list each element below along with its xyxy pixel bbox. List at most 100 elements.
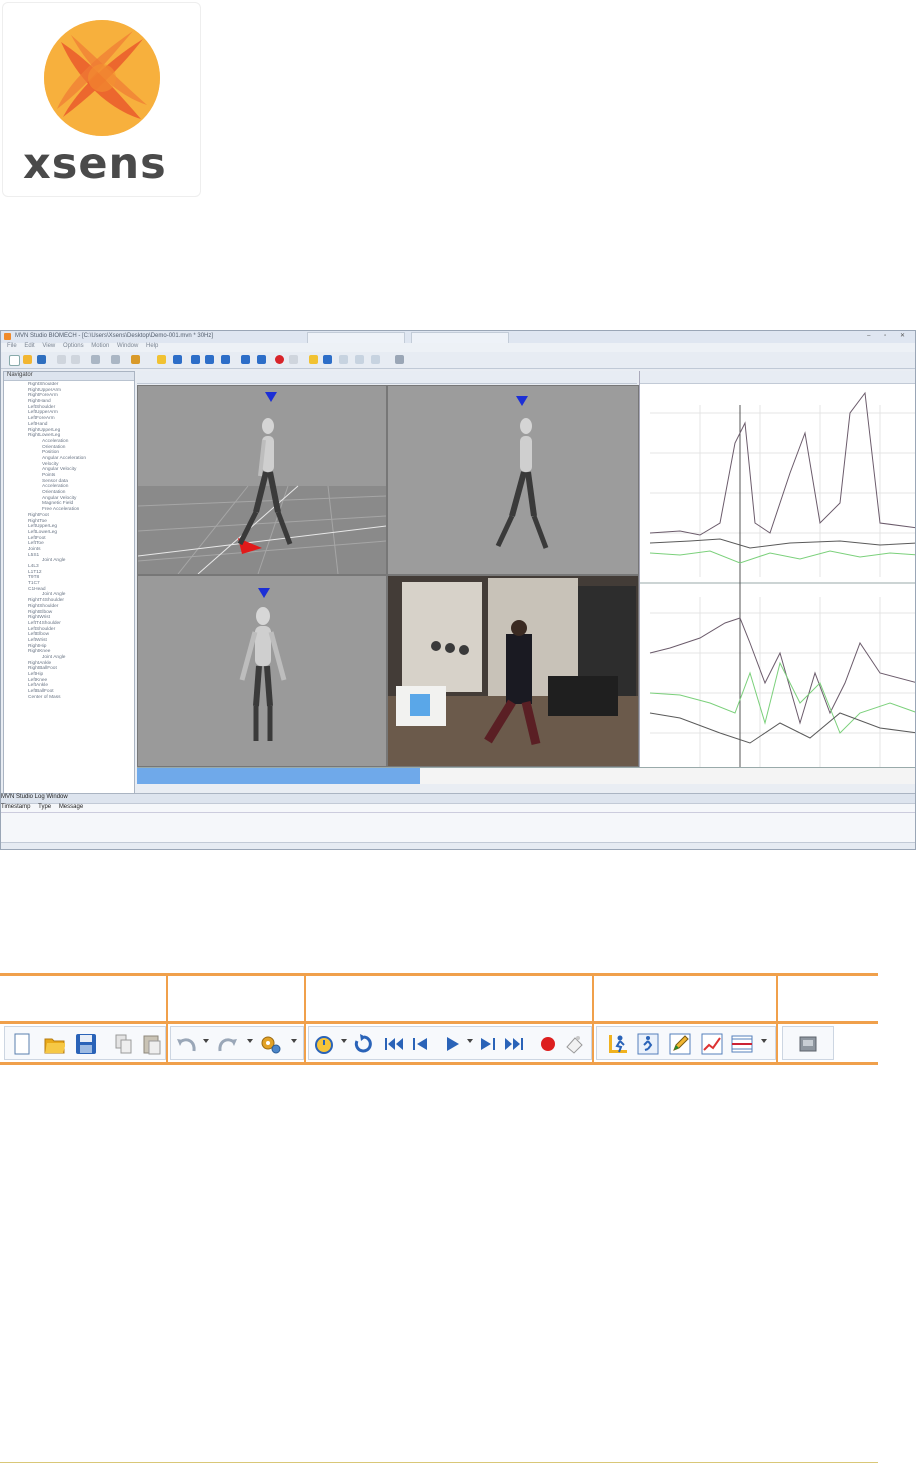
record-icon[interactable]: [537, 1033, 559, 1055]
timeline-slider[interactable]: [137, 767, 915, 784]
redo-icon[interactable]: [215, 1033, 237, 1055]
menu-item[interactable]: Window: [117, 343, 138, 349]
skip-to-end-icon[interactable]: [503, 1033, 525, 1055]
stopwatch-icon[interactable]: [157, 355, 166, 364]
undo-dropdown-icon[interactable]: [203, 1039, 209, 1043]
menu-item[interactable]: Edit: [24, 343, 34, 349]
paste-icon[interactable]: [71, 355, 80, 364]
app-icon: [4, 333, 11, 340]
log-column[interactable]: Timestamp: [1, 804, 30, 810]
toolbar-group-other: [782, 1026, 834, 1060]
settings-dropdown-icon[interactable]: [291, 1039, 297, 1043]
log-window-icon[interactable]: [797, 1033, 819, 1055]
viewport-3d-front[interactable]: [137, 575, 387, 767]
table-divider: [304, 973, 306, 1065]
toolbar-group-views: [596, 1026, 776, 1060]
log-column[interactable]: Type: [38, 804, 51, 810]
log-column[interactable]: Message: [59, 804, 83, 810]
table-border-bottom: [0, 1062, 878, 1065]
settings-gears-icon[interactable]: [131, 355, 140, 364]
video-view[interactable]: [387, 575, 639, 767]
record-icon[interactable]: [275, 355, 284, 364]
edit-pencil-icon[interactable]: [339, 355, 348, 364]
character-view-icon[interactable]: [323, 355, 332, 364]
xsens-wordmark: xsens: [23, 139, 167, 189]
open-folder-icon[interactable]: [23, 355, 32, 364]
selection-marker-icon: [265, 392, 277, 402]
table-border-top: [0, 973, 878, 976]
skip-to-start-icon[interactable]: [383, 1033, 405, 1055]
new-file-icon[interactable]: [9, 355, 20, 366]
play-icon[interactable]: [221, 355, 230, 364]
xsens-logo: xsens: [2, 2, 201, 197]
play-dropdown-icon[interactable]: [467, 1039, 473, 1043]
graph-panel[interactable]: [639, 371, 915, 767]
character-view-icon[interactable]: [637, 1033, 659, 1055]
reload-icon[interactable]: [173, 355, 182, 364]
menu-item[interactable]: View: [42, 343, 55, 349]
mvn-studio-screenshot: MVN Studio BIOMECH - [C:\Users\Xsens\Des…: [0, 330, 916, 850]
selection-marker-icon: [258, 588, 270, 598]
edit-pencil-icon[interactable]: [669, 1033, 691, 1055]
navigator-title: Navigator: [4, 372, 134, 381]
skip-to-end-icon[interactable]: [257, 355, 266, 364]
new-file-icon[interactable]: [11, 1033, 33, 1055]
viewport-3d-perspective[interactable]: [137, 385, 387, 575]
log-columns: Timestamp Type Message: [1, 804, 915, 813]
open-folder-icon[interactable]: [43, 1033, 65, 1055]
marker-icon[interactable]: [289, 355, 298, 364]
menu-item[interactable]: Help: [146, 343, 158, 349]
stopwatch-icon[interactable]: [313, 1033, 335, 1055]
video-frame: [388, 576, 638, 766]
copy-icon[interactable]: [113, 1033, 135, 1055]
save-icon[interactable]: [75, 1033, 97, 1055]
viewport-3d-side[interactable]: [387, 385, 639, 575]
avatar-figure: [238, 418, 293, 546]
graph-icon[interactable]: [355, 355, 364, 364]
calibrate-figure-icon[interactable]: [309, 355, 318, 364]
settings-gears-icon[interactable]: [259, 1033, 281, 1055]
previous-frame-icon[interactable]: [205, 355, 214, 364]
navigator-tree[interactable]: RightShoulder RightUpperArm RightForeArm Ri…: [4, 382, 134, 822]
table-divider: [776, 973, 778, 1065]
skip-to-start-icon[interactable]: [191, 355, 200, 364]
page-footer-rule: [0, 1462, 878, 1463]
table-border-middle: [0, 1021, 878, 1024]
marker-icon[interactable]: [563, 1033, 585, 1055]
redo-dropdown-icon[interactable]: [247, 1039, 253, 1043]
navigator-panel: Navigator RightShoulder RightUpperArm Righ…: [3, 371, 135, 823]
toolbar-group-playback: [308, 1026, 592, 1060]
copy-icon[interactable]: [57, 355, 66, 364]
navigator-item[interactable]: Center of Mass: [4, 695, 134, 701]
undo-icon[interactable]: [91, 355, 100, 364]
layout-split-icon[interactable]: [731, 1033, 753, 1055]
main-toolbar: [1, 352, 915, 369]
menu-item[interactable]: Options: [63, 343, 84, 349]
calibrate-figure-icon[interactable]: [607, 1033, 629, 1055]
stopwatch-dropdown-icon[interactable]: [341, 1039, 347, 1043]
play-icon[interactable]: [441, 1033, 463, 1055]
toolbar-group-edit: [170, 1026, 304, 1060]
log-title: MVN Studio Log Window: [1, 794, 915, 804]
table-divider: [592, 973, 594, 1065]
save-icon[interactable]: [37, 355, 46, 364]
menu-item[interactable]: File: [7, 343, 17, 349]
window-controls[interactable]: – ▫ ✕: [867, 332, 911, 339]
table-divider: [166, 973, 168, 1065]
layout-split-icon[interactable]: [371, 355, 380, 364]
redo-icon[interactable]: [111, 355, 120, 364]
log-window-icon[interactable]: [395, 355, 404, 364]
reload-icon[interactable]: [351, 1033, 373, 1055]
layout-dropdown-icon[interactable]: [761, 1039, 767, 1043]
menu-item[interactable]: Motion: [91, 343, 109, 349]
next-frame-icon[interactable]: [241, 355, 250, 364]
graph-icon[interactable]: [701, 1033, 723, 1055]
next-frame-icon[interactable]: [477, 1033, 499, 1055]
undo-icon[interactable]: [175, 1033, 197, 1055]
paste-icon[interactable]: [141, 1033, 163, 1055]
previous-frame-icon[interactable]: [409, 1033, 431, 1055]
viewport-toolbar: [137, 371, 637, 384]
status-bar: [1, 842, 915, 849]
toolbar-groups-table: [0, 973, 878, 1065]
avatar-figure: [495, 418, 549, 549]
